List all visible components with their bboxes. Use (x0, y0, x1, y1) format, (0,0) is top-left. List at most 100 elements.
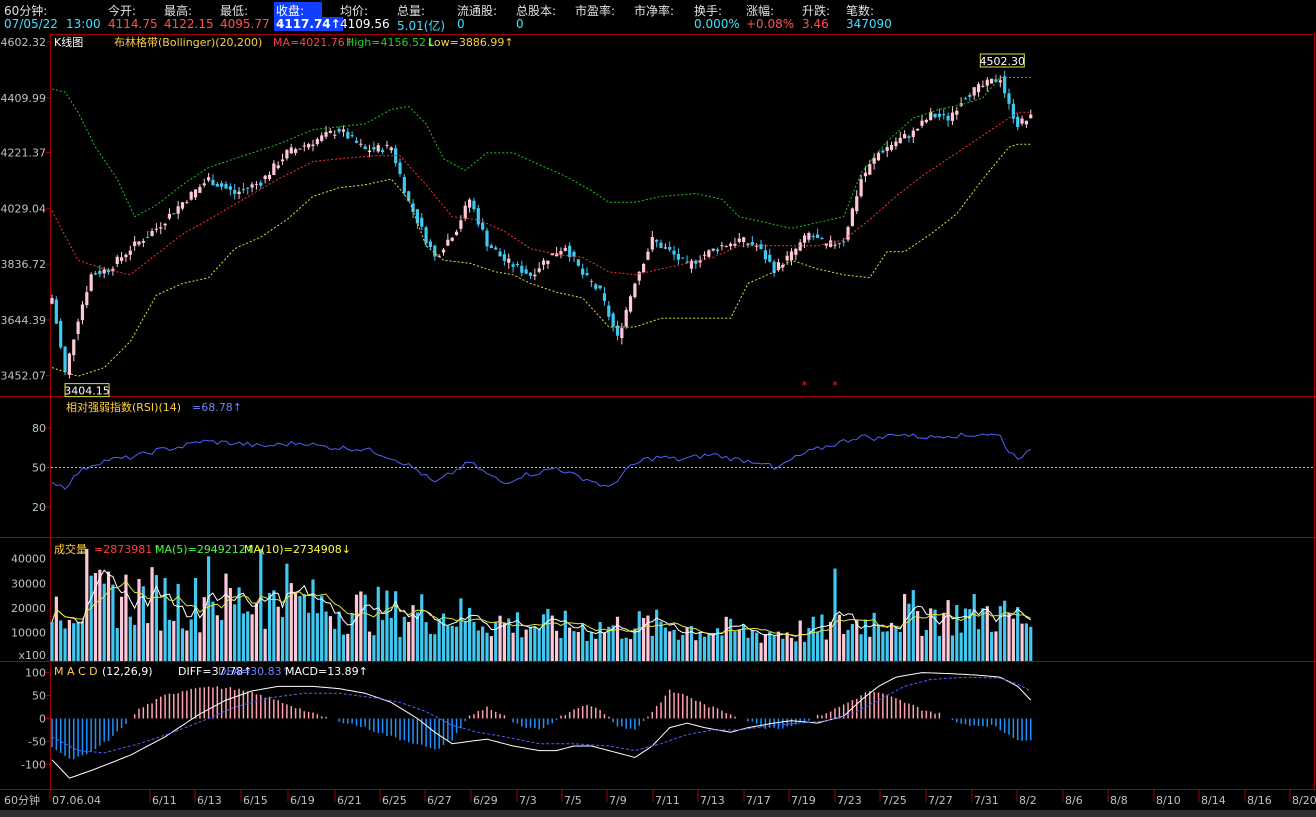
volume-bar (1011, 618, 1015, 661)
candle-body (494, 247, 498, 250)
candle-body (294, 149, 298, 153)
candle-body (742, 237, 746, 243)
volume-bar (420, 594, 424, 661)
candle-body (98, 270, 102, 275)
volume-bar (224, 573, 228, 661)
candle-body (267, 174, 272, 180)
volume-bar (994, 631, 998, 661)
volume-bar (415, 612, 419, 661)
candle-body (750, 242, 754, 245)
candle-body (850, 208, 854, 227)
volume-bar (624, 637, 628, 661)
volume-bar (842, 633, 846, 661)
candle-body (450, 237, 454, 241)
candle-body (541, 260, 546, 265)
time-axis-label: 7/11 (655, 794, 680, 807)
stock-chart[interactable]: 4602.32 4409.99 4221.37 4029.04 3836.72 3644.… (0, 34, 1316, 817)
candle-body (898, 137, 902, 144)
candle-body (968, 94, 972, 97)
candle-body (607, 305, 611, 317)
volume-bar (159, 630, 163, 661)
candle-body (589, 281, 593, 283)
candle-body (346, 131, 350, 139)
candle-body (115, 256, 119, 265)
volume-bar (511, 632, 515, 661)
ma-label: MA=4021.76↑ (273, 36, 354, 49)
candle-body (237, 191, 241, 195)
price-axis-label: 4221.37 (1, 147, 47, 160)
horizontal-scrollbar[interactable] (0, 810, 1316, 817)
volume-bar (428, 633, 433, 661)
candle-body (172, 213, 176, 215)
candle-body (420, 217, 424, 227)
volume-bar (602, 632, 607, 661)
volume-bar (498, 615, 502, 661)
time-axis-label: 6/21 (337, 794, 362, 807)
candle-body (468, 199, 472, 208)
candle-body (611, 313, 615, 327)
time-axis-label: 6/19 (290, 794, 315, 807)
volume-bar (768, 631, 772, 661)
candle-body (1020, 118, 1024, 124)
rsi-value-label: =68.78↑ (192, 401, 242, 414)
volume-bar (816, 631, 820, 661)
volume-bar (207, 556, 211, 661)
candle-body (141, 240, 145, 243)
candle-body (276, 165, 280, 169)
quote-field-label: 市净率: (634, 4, 675, 18)
volume-bar (411, 605, 415, 661)
volume-bar (742, 624, 746, 661)
volume-bar (285, 563, 289, 661)
price-axis-label: 4409.99 (1, 92, 47, 105)
time-axis-label: 7/31 (974, 794, 999, 807)
candle-body (746, 243, 750, 245)
max-price-label: 4502.30 (980, 55, 1026, 68)
candle-body (624, 309, 628, 327)
volume-bar (985, 606, 989, 661)
volume-bar (185, 630, 189, 661)
candle-body (811, 236, 815, 238)
price-axis-label: 3644.39 (1, 314, 47, 327)
time-axis-label: 8/20 (1292, 794, 1316, 807)
candle-body (463, 205, 467, 219)
candle-body (63, 346, 67, 373)
volume-bar (354, 594, 359, 661)
volume-bar (559, 637, 563, 661)
macd-diff-line (51, 672, 1032, 779)
volume-bar (176, 583, 180, 661)
volume-bar (528, 626, 533, 661)
volume-bar (76, 621, 80, 661)
candle-body (598, 285, 602, 289)
volume-bar (494, 621, 498, 661)
volume-bar (615, 616, 620, 661)
volume-bar (589, 632, 593, 661)
candle-body (907, 136, 911, 138)
candle-body (246, 187, 250, 189)
low-label: Low=3886.99↑ (428, 36, 514, 49)
volume-bar (763, 634, 767, 661)
quote-field-value: 0 (516, 17, 524, 31)
candle-body (363, 146, 367, 150)
time-axis-label: 7/27 (928, 794, 953, 807)
volume-bar (794, 641, 798, 661)
volume-bar (137, 578, 141, 661)
volume-bar (655, 609, 659, 661)
candle-body (320, 135, 324, 141)
kline-title: K线图 (54, 35, 83, 49)
volume-bar (550, 615, 554, 661)
volume-bar (642, 617, 646, 661)
time-axis-label: 8/8 (1110, 794, 1128, 807)
volume-bar (772, 635, 776, 661)
candle-body (137, 241, 141, 245)
candle-body (572, 251, 576, 257)
candle-body (972, 87, 976, 96)
volume-bar (568, 627, 572, 661)
volume-bar (333, 628, 337, 661)
volume-bar (489, 636, 493, 661)
candle-body (846, 227, 850, 240)
volume-bar (198, 632, 202, 661)
candle-body (672, 250, 676, 255)
candle-body (159, 227, 163, 229)
quote-field-value: 5.01(亿) (397, 19, 446, 33)
candle-body (259, 182, 263, 186)
